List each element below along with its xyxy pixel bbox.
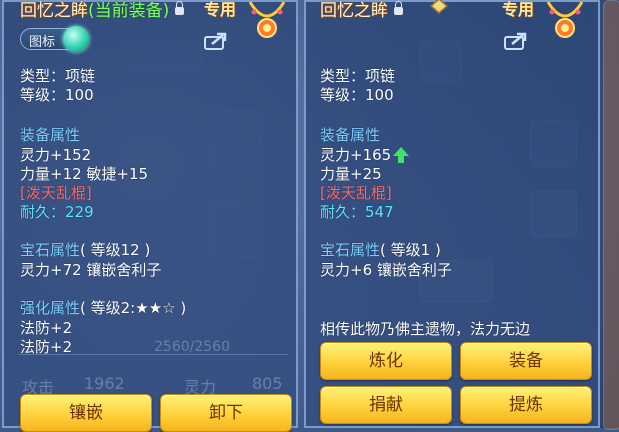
refine-button[interactable]: 炼化 bbox=[320, 342, 452, 380]
item-level: 等级：100 bbox=[320, 86, 394, 104]
enhance-line-1: 法防+2 bbox=[20, 319, 73, 337]
item-name: 回忆之眸 bbox=[20, 1, 88, 21]
necklace-icon bbox=[546, 1, 584, 38]
current-equipped-label: (当前装备) bbox=[88, 1, 170, 21]
durability: 耐久：547 bbox=[320, 203, 394, 221]
unequip-button[interactable]: 卸下 bbox=[160, 394, 292, 432]
necklace-icon bbox=[248, 1, 286, 38]
inlay-button[interactable]: 镶嵌 bbox=[20, 394, 152, 432]
exclusive-tag: 专用 bbox=[502, 0, 535, 19]
share-icon[interactable] bbox=[204, 32, 228, 50]
item-title: 回忆之眸 bbox=[320, 0, 403, 21]
item-description: 相传此物乃佛主遗物，法力无边 bbox=[320, 320, 531, 338]
equip-attr-header: 装备属性 bbox=[20, 126, 81, 144]
equip-button[interactable]: 装备 bbox=[460, 342, 592, 380]
attr-line-1-text: 灵力+165 bbox=[320, 146, 392, 164]
bg-attack-value: 1962 bbox=[84, 374, 125, 393]
equip-attr-header: 装备属性 bbox=[320, 126, 381, 144]
enhance-attr-row: 强化属性( 等级2:★★☆ ) bbox=[20, 297, 186, 318]
lock-icon bbox=[394, 1, 403, 15]
exclusive-tag: 专用 bbox=[204, 0, 237, 19]
extract-button[interactable]: 提炼 bbox=[460, 386, 592, 424]
share-icon[interactable] bbox=[504, 32, 528, 50]
attr-line-1: 灵力+152 bbox=[20, 146, 92, 164]
special-skill: [泼天乱棍] bbox=[320, 184, 392, 202]
lock-icon bbox=[175, 1, 185, 15]
item-level: 等级：100 bbox=[20, 86, 94, 104]
item-type: 类型：项链 bbox=[320, 67, 396, 85]
up-arrow-icon bbox=[393, 147, 410, 163]
gem-level: ( 等级1 ) bbox=[380, 241, 441, 259]
enhance-line-2: 法防+2 bbox=[20, 338, 73, 356]
item-name: 回忆之眸 bbox=[320, 1, 388, 21]
toggle-knob[interactable] bbox=[63, 26, 89, 52]
gem-attr-row: 宝石属性( 等级12 ) bbox=[20, 239, 150, 260]
special-skill: [泼天乱棍] bbox=[20, 184, 92, 202]
enhance-attr-header: 强化属性 bbox=[20, 299, 81, 317]
bg-side-strip bbox=[603, 0, 619, 430]
item-type: 类型：项链 bbox=[20, 67, 96, 85]
item-title: 回忆之眸(当前装备) bbox=[20, 0, 185, 21]
gem-attr-header: 宝石属性 bbox=[320, 241, 381, 259]
attr-line-1: 灵力+165 bbox=[320, 144, 410, 165]
gem-level: ( 等级12 ) bbox=[80, 241, 151, 259]
attr-line-2: 力量+25 bbox=[320, 165, 382, 183]
gem-line: 灵力+72 镶嵌舍利子 bbox=[20, 261, 162, 279]
diamond-icon bbox=[430, 0, 448, 14]
gem-line: 灵力+6 镶嵌舍利子 bbox=[320, 261, 452, 279]
current-equipment-panel: 2560/2560 攻击 1962 灵力 805 回忆之眸(当前装备) 专用 图… bbox=[2, 0, 298, 432]
item-detail-panel: 回忆之眸 专用 类型：项链 等级：100 装备属性 灵力+165 力量+25 [… bbox=[304, 0, 600, 428]
enhance-level: ( 等级2:★★☆ ) bbox=[80, 299, 187, 317]
toggle-label: 图标 bbox=[29, 35, 56, 50]
bg-spirit-value: 805 bbox=[252, 374, 283, 393]
durability: 耐久：229 bbox=[20, 203, 94, 221]
bg-hp-text: 2560/2560 bbox=[154, 339, 230, 355]
gem-attr-header: 宝石属性 bbox=[20, 241, 81, 259]
icon-toggle[interactable]: 图标 bbox=[20, 26, 89, 52]
gem-attr-row: 宝石属性( 等级1 ) bbox=[320, 239, 441, 260]
donate-button[interactable]: 捐献 bbox=[320, 386, 452, 424]
attr-line-2: 力量+12 敏捷+15 bbox=[20, 165, 149, 183]
